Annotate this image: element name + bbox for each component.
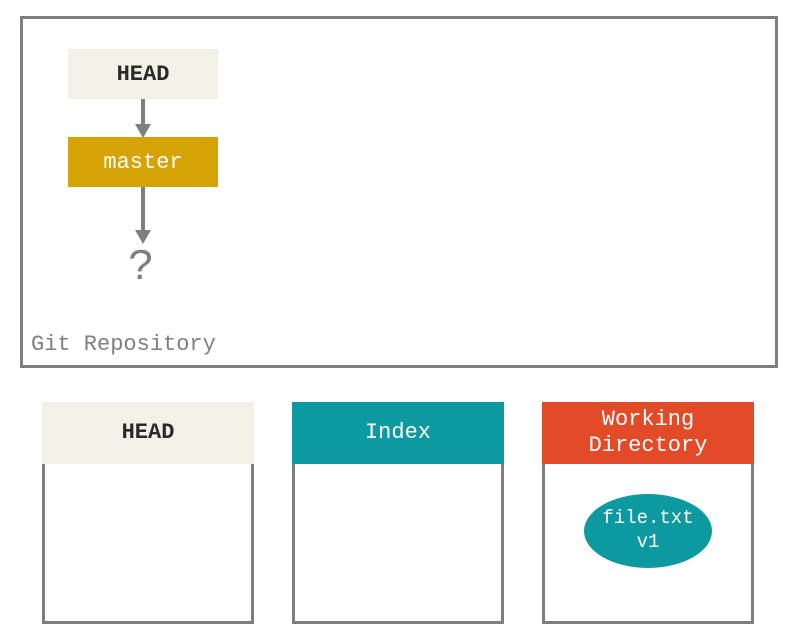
file-name: file.txt	[602, 507, 693, 531]
head-column-header: HEAD	[42, 402, 254, 464]
arrow-head-to-master	[140, 99, 146, 137]
file-version: v1	[637, 531, 660, 555]
git-repository-container: HEAD master ? Git Repository	[20, 16, 778, 368]
head-ref-box: HEAD	[68, 49, 218, 99]
unknown-commit-placeholder: ?	[128, 243, 154, 293]
working-directory-column: Working Directory file.txt v1	[542, 402, 754, 630]
head-column-title: HEAD	[122, 420, 175, 446]
master-branch-box: master	[68, 137, 218, 187]
head-ref-label: HEAD	[117, 62, 170, 87]
working-directory-column-body: file.txt v1	[542, 464, 754, 624]
git-repository-label: Git Repository	[31, 332, 216, 357]
master-branch-label: master	[103, 150, 182, 175]
head-column: HEAD	[42, 402, 254, 630]
file-blob: file.txt v1	[584, 494, 712, 568]
index-column: Index	[292, 402, 504, 630]
index-column-title: Index	[365, 420, 431, 446]
arrow-master-to-commit	[140, 187, 146, 247]
index-column-body	[292, 464, 504, 624]
working-directory-column-header: Working Directory	[542, 402, 754, 464]
index-column-header: Index	[292, 402, 504, 464]
working-directory-column-title: Working Directory	[589, 407, 708, 460]
head-column-body	[42, 464, 254, 624]
